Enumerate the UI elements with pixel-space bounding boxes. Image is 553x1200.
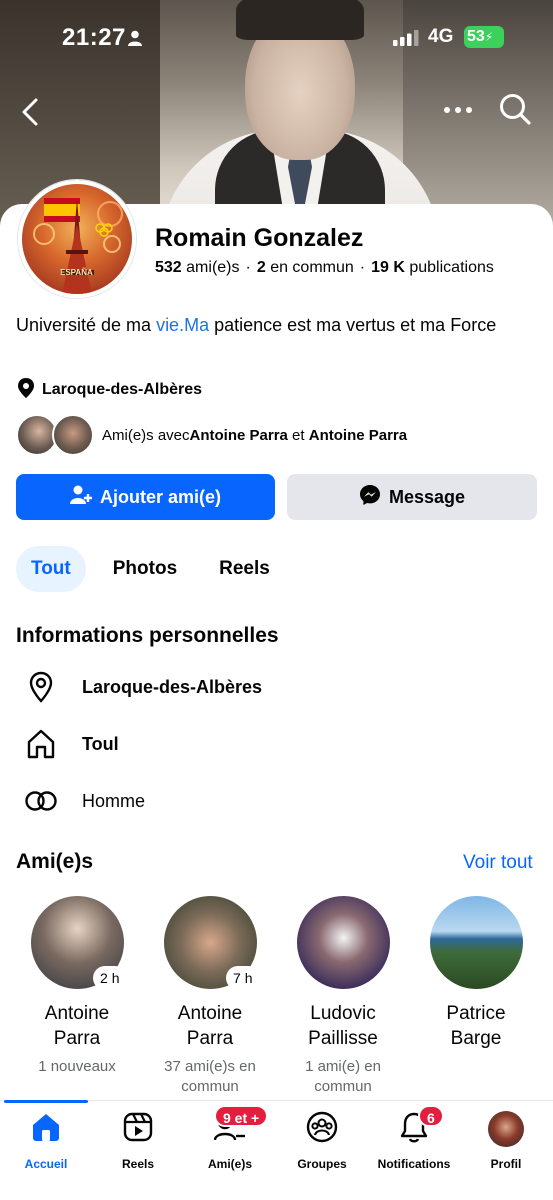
tab-reels[interactable]: Reels xyxy=(204,546,285,592)
friends-count[interactable]: 532 xyxy=(155,259,182,276)
mutual-avatar xyxy=(52,414,94,456)
see-all-friends-link[interactable]: Voir tout xyxy=(463,852,533,874)
info-row-hometown: Toul xyxy=(24,726,119,762)
friends-badge: 9 et + xyxy=(214,1105,269,1127)
friend-name: Antoine Parra xyxy=(177,1003,243,1049)
location-pin-icon xyxy=(24,670,58,704)
tab-tout[interactable]: Tout xyxy=(16,546,86,592)
status-time: 21:27 xyxy=(62,24,126,51)
friend-card[interactable]: 7 h Antoine Parra 37 ami(e)s en commun xyxy=(145,896,275,1097)
mutual-label[interactable]: en commun xyxy=(270,259,354,276)
info-row-location: Laroque-des-Albères xyxy=(24,669,262,705)
posts-label: publications xyxy=(409,259,494,276)
nav-profile[interactable]: Profil xyxy=(460,1111,552,1171)
reels-icon xyxy=(123,1112,153,1147)
mutual-count[interactable]: 2 xyxy=(257,259,266,276)
friend-avatar xyxy=(296,896,390,989)
posts-count: 19 K xyxy=(371,259,405,276)
messenger-icon xyxy=(359,484,381,511)
friend-subtitle: 37 ami(e)s en commun xyxy=(164,1058,256,1095)
message-button[interactable]: Message xyxy=(287,474,537,520)
location-pin-icon xyxy=(16,377,36,404)
friend-card[interactable]: Ludovic Paillisse 1 ami(e) en commun xyxy=(278,896,408,1097)
friend-name: Patrice Barge xyxy=(446,1003,506,1049)
nav-groups[interactable]: Groupes xyxy=(276,1111,368,1171)
location-text: Laroque-des-Albères xyxy=(42,381,203,398)
back-arrow-icon[interactable] xyxy=(18,94,44,135)
network-type: 4G xyxy=(428,26,454,47)
friends-section-title: Ami(e)s xyxy=(16,850,94,873)
friend-card[interactable]: 2 h Antoine Parra 1 nouveaux xyxy=(12,896,142,1077)
nav-friends[interactable]: 9 et + Ami(e)s xyxy=(184,1105,276,1171)
friend-name: Ludovic Paillisse xyxy=(308,1003,378,1049)
mutual-name[interactable]: Antoine Parra xyxy=(190,427,288,444)
add-friend-icon xyxy=(69,485,92,510)
notifications-badge: 6 xyxy=(418,1105,444,1127)
avatar-text: ESPAÑA xyxy=(60,268,93,277)
battery-indicator: 53⚡ xyxy=(464,26,504,48)
info-gender-text: Homme xyxy=(82,790,146,811)
friend-card[interactable]: Patrice Barge xyxy=(411,896,541,1057)
friend-name: Antoine Parra xyxy=(44,1003,110,1049)
profile-avatar[interactable]: ESPAÑA xyxy=(18,180,136,298)
mutual-friend-avatars xyxy=(16,414,98,456)
friend-avatar: 2 h xyxy=(30,896,126,989)
charging-bolt-icon: ⚡ xyxy=(484,30,494,44)
bottom-navigation: Accueil Reels 9 et + Ami(e)s Groupes 6 N… xyxy=(0,1100,553,1200)
add-friend-button[interactable]: Ajouter ami(e) xyxy=(16,474,275,520)
profile-stats: 532 ami(e)s · 2 en commun · 19 K publication… xyxy=(155,259,494,276)
battery-level: 53 xyxy=(467,28,485,45)
mutual-friends[interactable]: Ami(e)s avec Antoine Parra et Antoine Pa… xyxy=(16,414,407,456)
friend-activity-badge: 7 h xyxy=(227,967,259,989)
nav-reels[interactable]: Reels xyxy=(92,1111,184,1171)
groups-icon xyxy=(306,1111,338,1148)
status-bar: 21:27 4G 53⚡ xyxy=(0,0,553,76)
friend-avatar: 7 h xyxy=(163,896,259,989)
profile-name: Romain Gonzalez xyxy=(155,224,364,252)
profile-location: Laroque-des-Albères xyxy=(16,377,203,404)
more-options-icon[interactable] xyxy=(442,100,474,125)
person-icon xyxy=(128,30,142,46)
nav-notifications[interactable]: 6 Notifications xyxy=(368,1105,460,1171)
friends-grid: 2 h Antoine Parra 1 nouveaux 7 h Antoine P… xyxy=(0,896,553,1096)
info-row-gender: Homme xyxy=(24,783,145,819)
bio-link[interactable]: vie.Ma xyxy=(156,315,209,335)
friends-label[interactable]: ami(e)s xyxy=(186,259,239,276)
profile-tabs: Tout Photos Reels xyxy=(16,546,285,592)
signal-icon xyxy=(393,30,419,51)
personal-info-title: Informations personnelles xyxy=(16,624,279,647)
profile-avatar xyxy=(488,1111,524,1147)
home-icon xyxy=(30,1111,62,1148)
profile-bio: Université de ma vie.Ma patience est ma … xyxy=(16,315,497,335)
friend-activity-badge: 2 h xyxy=(94,967,126,989)
friend-subtitle: 1 ami(e) en commun xyxy=(305,1058,381,1095)
tab-photos[interactable]: Photos xyxy=(98,546,192,592)
gender-icon xyxy=(24,784,58,818)
info-location-text: Laroque-des-Albères xyxy=(82,676,263,697)
friend-avatar xyxy=(429,896,523,989)
active-tab-indicator xyxy=(4,1100,88,1103)
search-icon[interactable] xyxy=(498,92,532,131)
mutual-name[interactable]: Antoine Parra xyxy=(309,427,407,444)
top-navigation xyxy=(0,92,553,132)
nav-home[interactable]: Accueil xyxy=(0,1111,92,1171)
friend-subtitle: 1 nouveaux xyxy=(38,1058,116,1075)
info-hometown-text: Toul xyxy=(82,733,119,754)
home-icon xyxy=(24,727,58,761)
